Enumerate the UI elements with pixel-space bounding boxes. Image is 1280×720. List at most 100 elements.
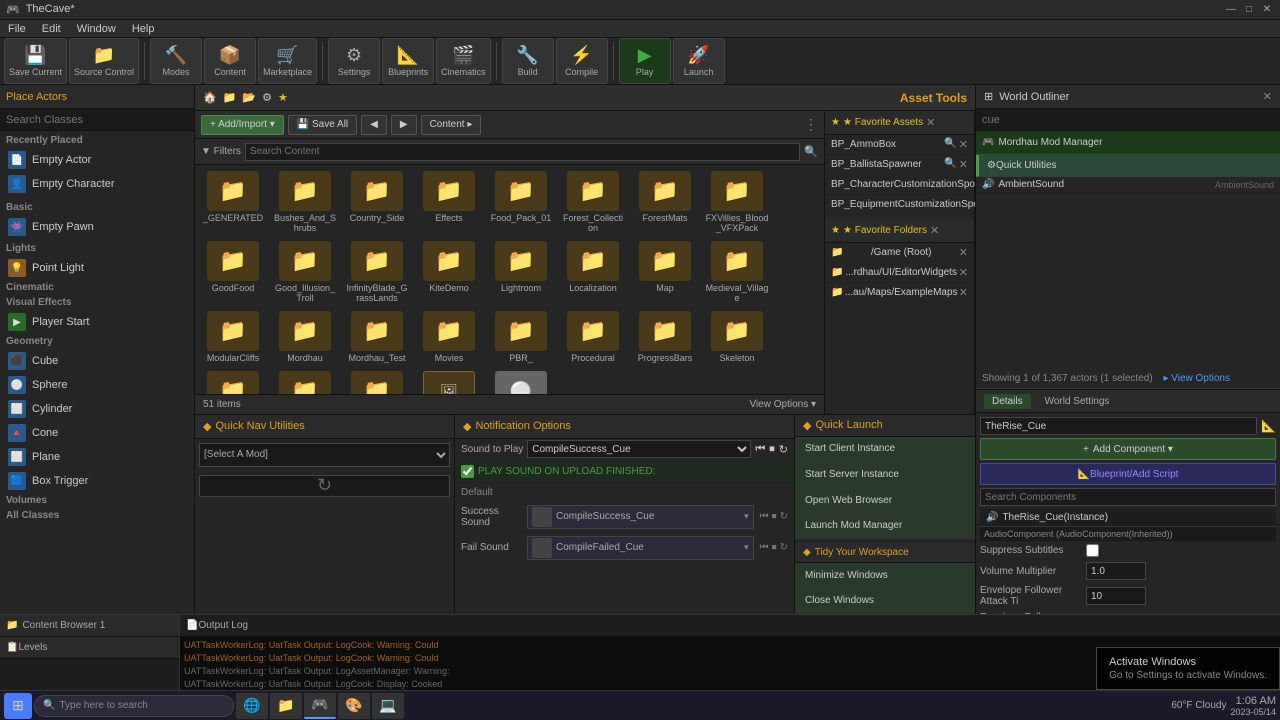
minimize-windows-btn[interactable]: Minimize Windows: [795, 563, 975, 589]
outliner-close[interactable]: ✕: [1263, 90, 1272, 103]
fav-folder-ui-close[interactable]: ✕: [959, 266, 968, 279]
actor-cylinder[interactable]: ⬜ Cylinder: [0, 397, 194, 421]
actor-empty-pawn[interactable]: 👾 Empty Pawn: [0, 215, 194, 239]
actor-player-start[interactable]: ▶ Player Start: [0, 310, 194, 334]
add-component-btn[interactable]: + Add Component ▾: [980, 438, 1276, 460]
launch-btn[interactable]: 🚀Launch: [673, 38, 725, 84]
start-server-btn[interactable]: Start Server Instance: [795, 462, 975, 488]
actor-cube[interactable]: ⬛ Cube: [0, 349, 194, 373]
actor-plane[interactable]: ⬜ Plane: [0, 445, 194, 469]
actor-section-geometry[interactable]: Geometry: [0, 334, 194, 349]
marketplace-btn[interactable]: 🛒Marketplace: [258, 38, 317, 84]
levels-tab-header[interactable]: 📋 Levels: [0, 637, 179, 659]
fav-folders-close[interactable]: ✕: [930, 224, 939, 237]
details-btn[interactable]: Details: [984, 394, 1031, 409]
filters-btn[interactable]: ▼ Filters: [201, 146, 241, 157]
blueprint-add-script-btn[interactable]: 📐 Blueprint/Add Script: [980, 463, 1276, 485]
folder-forest[interactable]: 📁Forest_Collection: [559, 169, 627, 235]
success-back-icon[interactable]: ⏮: [760, 511, 769, 522]
folder-mordhau[interactable]: 📁Mordhau: [271, 309, 339, 365]
fav-folder-maps[interactable]: 📁 ...au/Maps/ExampleMaps ✕: [825, 283, 974, 303]
folder-food[interactable]: 📁Food_Pack_01: [487, 169, 555, 235]
fav-assets-close[interactable]: ✕: [926, 116, 935, 129]
search-components-input[interactable]: [980, 488, 1276, 506]
folder-forestmats[interactable]: 📁ForestMats: [631, 169, 699, 235]
refresh-btn[interactable]: ↻: [199, 475, 450, 497]
view-options-link[interactable]: ▸ View Options: [1163, 373, 1230, 384]
content-btn[interactable]: 📦Content: [204, 38, 256, 84]
save-current-btn[interactable]: 💾Save Current: [4, 38, 67, 84]
actor-section-cinematic[interactable]: Cinematic: [0, 280, 194, 295]
outliner-search-input[interactable]: [976, 109, 1280, 131]
view-options-btn[interactable]: View Options ▾: [749, 399, 816, 410]
play-sound-checkbox[interactable]: [461, 465, 474, 478]
success-dropdown-icon[interactable]: ▾: [744, 511, 749, 522]
actor-empty-actor[interactable]: 📄 Empty Actor: [0, 148, 194, 172]
folder-ultra[interactable]: 📁Ultra: [343, 369, 411, 394]
sound-stop-icon[interactable]: ⏹: [769, 443, 775, 456]
fail-dropdown-icon[interactable]: ▾: [744, 542, 749, 553]
folder2-icon[interactable]: 📂: [242, 91, 256, 104]
fav-folder-game-root[interactable]: 📁 /Game (Root) ✕: [825, 243, 974, 263]
menu-edit[interactable]: Edit: [38, 23, 65, 35]
taskbar-edge[interactable]: 🌐: [236, 693, 268, 719]
taskbar-explorer[interactable]: 📁: [270, 693, 302, 719]
maximize-btn[interactable]: □: [1242, 2, 1256, 16]
actor-point-light[interactable]: 💡 Point Light: [0, 256, 194, 280]
fav-remove-icon-2[interactable]: ✕: [959, 158, 968, 171]
add-import-btn[interactable]: + Add/Import ▾: [201, 115, 284, 135]
settings-icon[interactable]: ⚙: [262, 91, 272, 104]
sound-play-icon[interactable]: ⏮: [755, 443, 765, 456]
fav-remove-icon[interactable]: ✕: [959, 138, 968, 151]
component-instance[interactable]: 🔊 TheRise_Cue(Instance): [980, 509, 1276, 527]
success-sound-cue[interactable]: CompileSuccess_Cue ▾: [527, 505, 754, 529]
folder-kite[interactable]: 📁KiteDemo: [415, 239, 483, 305]
close-btn[interactable]: ✕: [1260, 2, 1274, 16]
folder-medieval[interactable]: 📁Medieval_Village: [703, 239, 771, 305]
menu-help[interactable]: Help: [128, 23, 159, 35]
fail-stop-icon[interactable]: ⏹: [772, 542, 777, 553]
actor-empty-character[interactable]: 👤 Empty Character: [0, 172, 194, 196]
taskbar-search[interactable]: 🔍 Type here to search: [34, 695, 234, 717]
fav-folder-root-close[interactable]: ✕: [959, 246, 968, 259]
actor-sphere[interactable]: ⚪ Sphere: [0, 373, 194, 397]
fav-folder-maps-close[interactable]: ✕: [959, 286, 968, 299]
folder-modular[interactable]: 📁ModularCliffs: [199, 309, 267, 365]
content-path-btn[interactable]: Content ▸: [421, 115, 482, 135]
actor-search-input[interactable]: [0, 109, 194, 131]
actor-section-volumes[interactable]: Volumes: [0, 493, 194, 508]
fav-item-character[interactable]: BP_CharacterCustomizationSpot 🔍 ✕: [825, 175, 974, 195]
outliner-item-ambient[interactable]: 🔊 AmbientSound AmbientSound: [976, 177, 1280, 193]
home-icon[interactable]: 🏠: [203, 91, 217, 104]
success-stop-icon[interactable]: ⏹: [772, 511, 777, 522]
folder-bushes[interactable]: 📁Bushes_And_Shrubs: [271, 169, 339, 235]
content-browser-tab-header[interactable]: 📁 Content Browser 1: [0, 615, 179, 637]
fail-sound-cue[interactable]: CompileFailed_Cue ▾: [527, 536, 754, 560]
menu-window[interactable]: Window: [73, 23, 120, 35]
fav-item-ammobox[interactable]: BP_AmmoBox 🔍 ✕: [825, 135, 974, 155]
folder-country[interactable]: 📁Country_Side: [343, 169, 411, 235]
modes-btn[interactable]: 🔨Modes: [150, 38, 202, 84]
content-search-input[interactable]: [245, 143, 800, 161]
folder-icon[interactable]: 📁: [223, 91, 237, 104]
mod-select-dropdown[interactable]: [Select A Mod]: [199, 443, 450, 467]
folder-bp-catapult[interactable]: 🖼BP_Catapult_: [415, 369, 483, 394]
build-btn[interactable]: 🔧Build: [502, 38, 554, 84]
fav-search-icon-2[interactable]: 🔍: [944, 158, 956, 171]
settings-btn[interactable]: ⚙Settings: [328, 38, 380, 84]
folder-bp-hordle[interactable]: ⚪BP_Hordle: [487, 369, 555, 394]
world-settings-btn[interactable]: World Settings: [1037, 394, 1118, 409]
sound-refresh-icon[interactable]: ↻: [779, 443, 788, 456]
play-btn[interactable]: ▶Play: [619, 38, 671, 84]
folder-progress[interactable]: 📁ProgressBars: [631, 309, 699, 365]
sound-select-dropdown[interactable]: CompileSuccess_Cue: [527, 440, 751, 458]
fav-search-icon[interactable]: 🔍: [944, 138, 956, 151]
taskbar-vscode[interactable]: 💻: [372, 693, 404, 719]
minimize-btn[interactable]: —: [1224, 2, 1238, 16]
actor-section-lights[interactable]: Lights: [0, 241, 194, 256]
taskbar-photoshop[interactable]: 🎨: [338, 693, 370, 719]
success-refresh-icon[interactable]: ↻: [780, 511, 788, 522]
folder-skeleton[interactable]: 📁Skeleton: [703, 309, 771, 365]
folder-fx[interactable]: 📁FXVillies_Blood_VFXPack: [703, 169, 771, 235]
fav-item-equipment[interactable]: BP_EquipmentCustomizationSpot 🔍 ✕: [825, 195, 974, 215]
